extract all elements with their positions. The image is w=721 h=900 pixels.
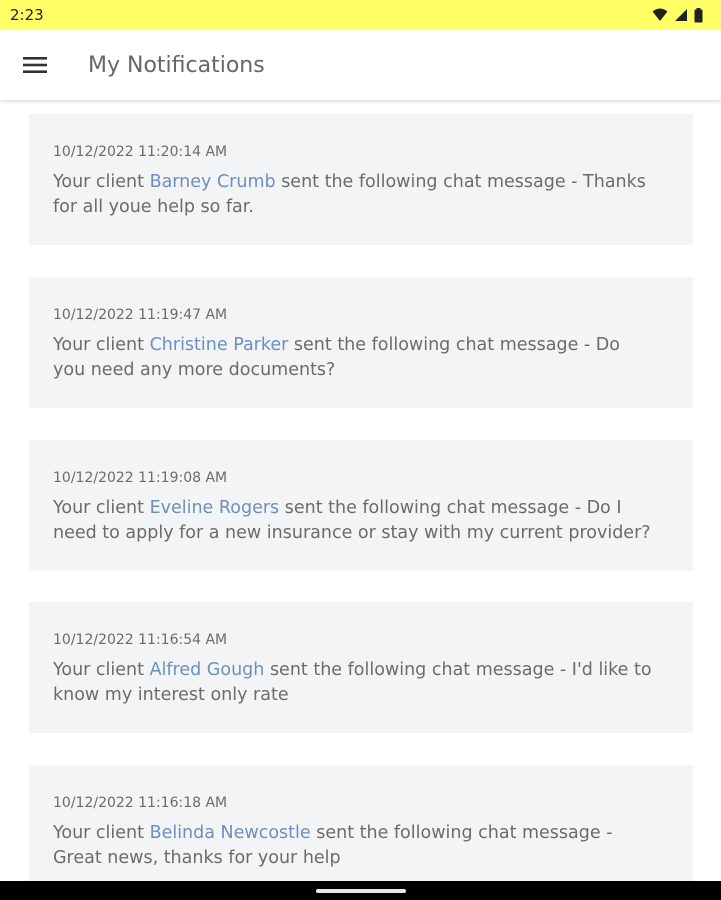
notification-card[interactable]: 10/12/2022 11:16:54 AM Your client Alfre… [29,602,693,733]
message-prefix: Your client [53,498,150,518]
notification-timestamp: 10/12/2022 11:20:14 AM [53,144,228,160]
client-name-link[interactable]: Alfred Gough [150,660,265,680]
status-time: 2:23 [10,6,44,24]
message-prefix: Your client [53,823,150,843]
notification-card[interactable]: 10/12/2022 11:19:08 AM Your client Eveli… [29,440,693,571]
app-bar: My Notifications [0,30,721,100]
notification-message: Your client Eveline Rogers sent the foll… [53,496,669,546]
message-text: sent the following chat message - I'd li… [264,660,652,680]
status-bar: 2:23 [0,0,721,30]
notification-card[interactable]: 10/12/2022 11:16:18 AM Your client Belin… [29,765,693,881]
notification-timestamp: 10/12/2022 11:16:54 AM [53,632,228,648]
home-gesture-handle[interactable] [315,888,406,893]
message-prefix: Your client [53,172,150,192]
notification-timestamp: 10/12/2022 11:16:18 AM [53,795,228,811]
client-name-link[interactable]: Barney Crumb [150,172,276,192]
notification-card[interactable]: 10/12/2022 11:20:14 AM Your client Barne… [29,114,693,245]
client-name-link[interactable]: Eveline Rogers [150,498,280,518]
wifi-icon [652,8,668,21]
message-text-continued: Great news, thanks for your help [53,848,341,868]
message-text-continued: for all youe help so far. [53,197,254,217]
notification-timestamp: 10/12/2022 11:19:47 AM [53,307,228,323]
message-text: sent the following chat message - [310,823,613,843]
menu-button[interactable] [0,30,70,100]
status-icons [652,7,703,23]
message-prefix: Your client [53,660,150,680]
signal-icon [675,9,687,21]
client-name-link[interactable]: Christine Parker [150,335,289,355]
system-navigation-bar [0,881,721,900]
message-text: sent the following chat message - Do [288,335,620,355]
message-text: sent the following chat message - Do I [279,498,622,518]
notification-message: Your client Barney Crumb sent the follow… [53,170,669,220]
notification-timestamp: 10/12/2022 11:19:08 AM [53,470,228,486]
notification-card[interactable]: 10/12/2022 11:19:47 AM Your client Chris… [29,277,693,408]
message-text: sent the following chat message - Thanks [275,172,646,192]
notification-message: Your client Alfred Gough sent the follow… [53,658,669,708]
page-title: My Notifications [88,52,265,78]
notification-list[interactable]: 10/12/2022 11:20:14 AM Your client Barne… [0,100,721,881]
notification-message: Your client Belinda Newcostle sent the f… [53,821,669,871]
hamburger-menu-icon [23,57,47,73]
message-text-continued: know my interest only rate [53,685,289,705]
message-text-continued: need to apply for a new insurance or sta… [53,523,651,543]
client-name-link[interactable]: Belinda Newcostle [150,823,311,843]
message-prefix: Your client [53,335,150,355]
notification-message: Your client Christine Parker sent the fo… [53,333,669,383]
message-text-continued: you need any more documents? [53,360,336,380]
battery-icon [694,7,703,22]
